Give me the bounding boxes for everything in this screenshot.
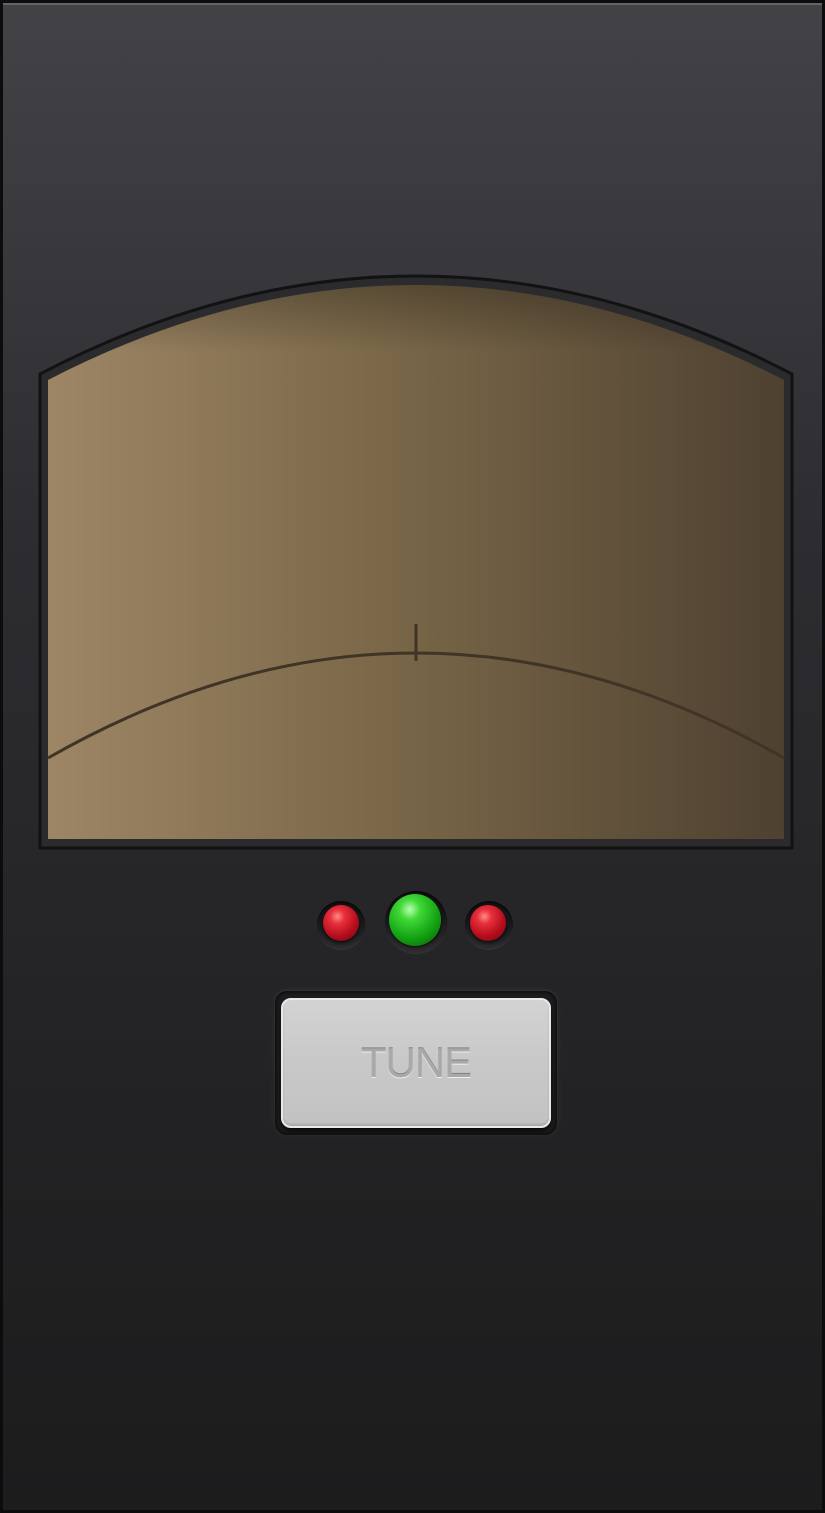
in-tune-indicator-light [389, 894, 441, 946]
tuner-device: TUNE [0, 0, 825, 1513]
sharp-indicator-light [470, 905, 506, 941]
tune-button[interactable]: TUNE [281, 998, 551, 1128]
tune-button-label: TUNE [360, 1039, 472, 1086]
tuner-meter [38, 258, 794, 850]
flat-indicator-light [323, 905, 359, 941]
indicator-lights [3, 891, 825, 955]
